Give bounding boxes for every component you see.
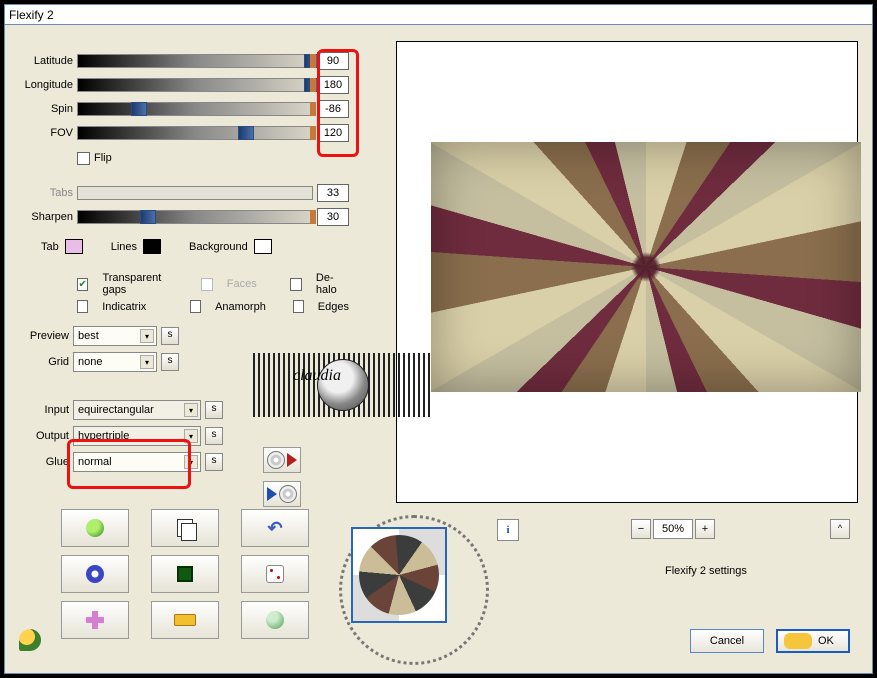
spin-label: Spin bbox=[5, 103, 77, 115]
tool-square-button[interactable] bbox=[151, 555, 219, 593]
globe-icon bbox=[86, 519, 104, 537]
cancel-button[interactable]: Cancel bbox=[690, 629, 764, 653]
ok-button[interactable]: OK bbox=[776, 629, 850, 653]
sharpen-slider[interactable] bbox=[77, 210, 313, 224]
fov-value[interactable]: 120 bbox=[317, 124, 349, 142]
input-label: Input bbox=[5, 404, 73, 416]
latitude-value[interactable]: 90 bbox=[317, 52, 349, 70]
preview-image bbox=[431, 142, 861, 392]
info-button[interactable]: i bbox=[497, 519, 519, 541]
cd-icon bbox=[279, 485, 297, 503]
edges-label: Edges bbox=[318, 301, 349, 313]
tool-cross-button[interactable] bbox=[61, 601, 129, 639]
chevron-down-icon: ▾ bbox=[140, 355, 154, 369]
tab-color-swatch[interactable] bbox=[65, 239, 83, 254]
transparent-gaps-label: Transparent gaps bbox=[102, 272, 176, 296]
output-combo[interactable]: hypertriple▾ bbox=[73, 426, 201, 446]
glue-s-button[interactable]: s bbox=[205, 453, 223, 471]
chevron-down-icon: ▾ bbox=[184, 455, 198, 469]
faces-checkbox bbox=[201, 278, 212, 291]
indicatrix-label: Indicatrix bbox=[102, 301, 146, 313]
play-blue-icon bbox=[267, 487, 277, 501]
longitude-slider[interactable] bbox=[77, 78, 313, 92]
edges-checkbox[interactable] bbox=[293, 300, 304, 313]
torus-icon bbox=[86, 565, 104, 583]
tab-color-label: Tab bbox=[41, 241, 59, 253]
preview-canvas[interactable] bbox=[396, 41, 858, 503]
lines-color-label: Lines bbox=[111, 241, 137, 253]
sharpen-label: Sharpen bbox=[5, 211, 77, 223]
output-s-button[interactable]: s bbox=[205, 427, 223, 445]
tool-globe-button[interactable] bbox=[61, 509, 129, 547]
glue-combo[interactable]: normal▾ bbox=[73, 452, 201, 472]
tool-copy-button[interactable] bbox=[151, 509, 219, 547]
tabs-value[interactable]: 33 bbox=[317, 184, 349, 202]
sphere-icon bbox=[266, 611, 284, 629]
undo-icon: ↶ bbox=[267, 518, 282, 539]
lines-color-swatch[interactable] bbox=[143, 239, 161, 254]
preview-label: Preview bbox=[5, 330, 73, 342]
preview-s-button[interactable]: s bbox=[161, 327, 179, 345]
transparent-gaps-checkbox[interactable]: ✔ bbox=[77, 278, 88, 291]
latitude-label: Latitude bbox=[5, 55, 77, 67]
longitude-label: Longitude bbox=[5, 79, 77, 91]
chevron-down-icon: ▾ bbox=[184, 403, 198, 417]
faces-label: Faces bbox=[227, 278, 257, 290]
sharpen-value[interactable]: 30 bbox=[317, 208, 349, 226]
dehalo-checkbox[interactable] bbox=[290, 278, 301, 291]
spin-value[interactable]: -86 bbox=[317, 100, 349, 118]
zoom-in-button[interactable]: + bbox=[695, 519, 715, 539]
glue-label: Glue bbox=[5, 456, 73, 468]
flip-checkbox[interactable] bbox=[77, 152, 90, 165]
play-red-icon bbox=[287, 453, 297, 467]
leaf-icon bbox=[19, 629, 41, 651]
preview-combo[interactable]: best▾ bbox=[73, 326, 157, 346]
collapse-button[interactable]: ^ bbox=[830, 519, 850, 539]
hand-icon bbox=[784, 633, 812, 649]
indicatrix-checkbox[interactable] bbox=[77, 300, 88, 313]
tabs-label: Tabs bbox=[5, 187, 77, 199]
background-color-label: Background bbox=[189, 241, 248, 253]
grid-combo[interactable]: none▾ bbox=[73, 352, 157, 372]
longitude-value[interactable]: 180 bbox=[317, 76, 349, 94]
dehalo-label: De-halo bbox=[316, 272, 349, 296]
tool-dice-button[interactable] bbox=[241, 555, 309, 593]
input-s-button[interactable]: s bbox=[205, 401, 223, 419]
grid-s-button[interactable]: s bbox=[161, 353, 179, 371]
copy-icon bbox=[177, 519, 193, 537]
tool-undo-button[interactable]: ↶ bbox=[241, 509, 309, 547]
tool-sphere-button[interactable] bbox=[241, 601, 309, 639]
chevron-down-icon: ▾ bbox=[140, 329, 154, 343]
title-bar: Flexify 2 bbox=[5, 5, 872, 25]
tool-brick-button[interactable] bbox=[151, 601, 219, 639]
thumbnail-icon bbox=[359, 535, 439, 615]
latitude-slider[interactable] bbox=[77, 54, 313, 68]
zoom-value[interactable]: 50% bbox=[653, 519, 693, 539]
square-icon bbox=[177, 566, 193, 582]
fov-label: FOV bbox=[5, 127, 77, 139]
anamorph-checkbox[interactable] bbox=[190, 300, 201, 313]
grid-label: Grid bbox=[5, 356, 73, 368]
fov-slider[interactable] bbox=[77, 126, 313, 140]
cross-icon bbox=[86, 611, 104, 629]
cd-icon bbox=[267, 451, 285, 469]
tool-torus-button[interactable] bbox=[61, 555, 129, 593]
brick-icon bbox=[174, 614, 196, 626]
background-color-swatch[interactable] bbox=[254, 239, 272, 254]
play-button[interactable] bbox=[263, 481, 301, 507]
flip-label: Flip bbox=[94, 152, 112, 164]
chevron-down-icon: ▾ bbox=[184, 429, 198, 443]
dice-icon bbox=[266, 565, 284, 583]
tabs-slider bbox=[77, 186, 313, 200]
input-combo[interactable]: equirectangular▾ bbox=[73, 400, 201, 420]
output-label: Output bbox=[5, 430, 73, 442]
anamorph-label: Anamorph bbox=[215, 301, 266, 313]
thumbnail-box[interactable] bbox=[351, 527, 447, 623]
zoom-out-button[interactable]: − bbox=[631, 519, 651, 539]
spin-slider[interactable] bbox=[77, 102, 313, 116]
record-button[interactable] bbox=[263, 447, 301, 473]
settings-caption: Flexify 2 settings bbox=[665, 565, 747, 577]
